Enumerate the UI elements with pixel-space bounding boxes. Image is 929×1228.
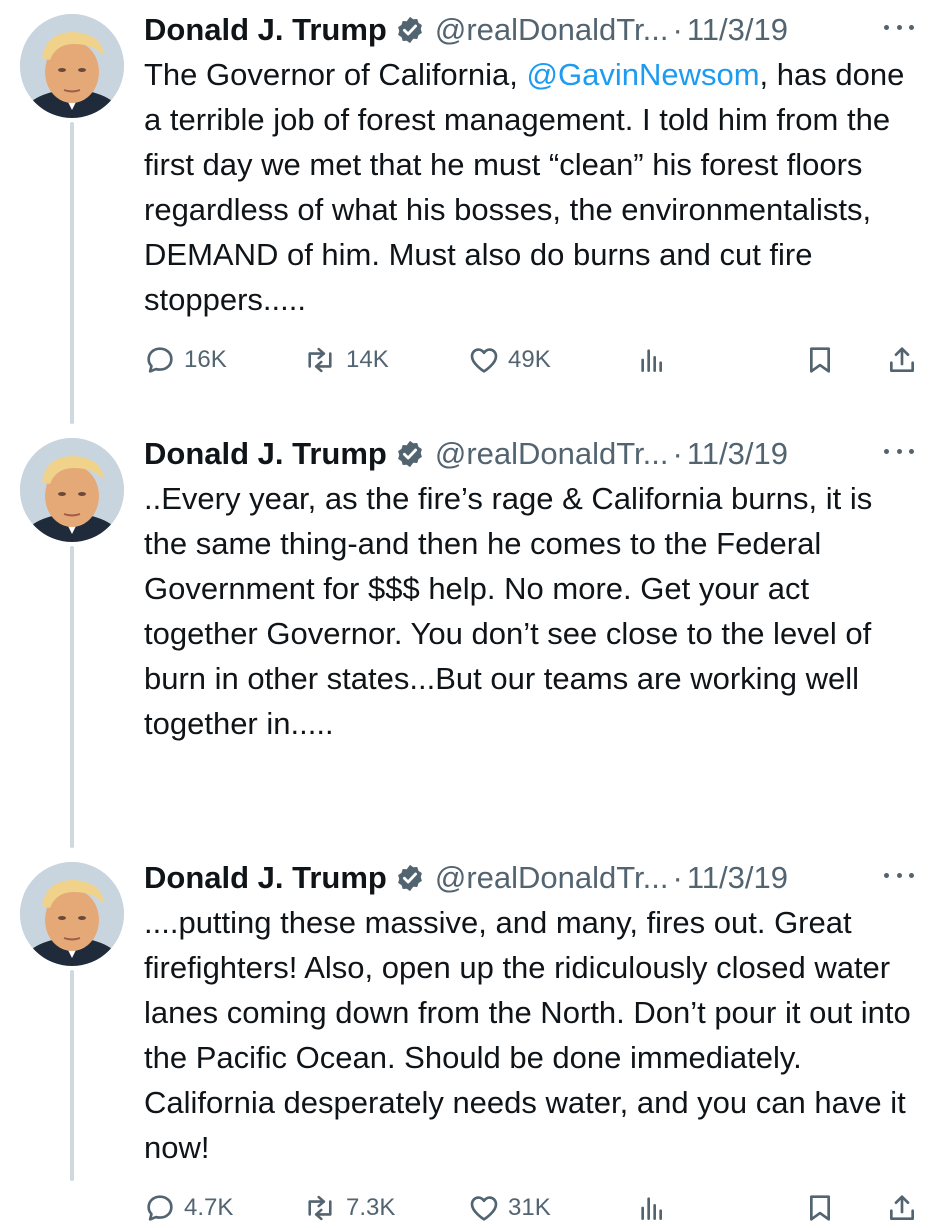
separator: · [672,436,683,471]
mention-link[interactable]: @GavinNewsom [527,57,760,92]
thread-connector [70,546,74,848]
views-button[interactable] [636,1188,668,1228]
retweet-button[interactable]: 14K [302,340,389,380]
views-button[interactable] [636,340,668,380]
bookmark-button[interactable] [804,1188,836,1228]
tweet-text: ....putting these massive, and many, fir… [144,905,911,1165]
reply-icon [147,347,173,373]
like-icon [470,348,498,373]
more-options-icon[interactable] [884,860,914,890]
tweet-thread: Donald J. Trump @realDonaldTr... · 11/3/… [0,0,929,1221]
like-count: 31K [508,1194,551,1221]
more-options-icon[interactable] [884,436,914,466]
reply-button[interactable]: 4.7K [144,1188,233,1228]
reply-button[interactable]: 16K [144,340,227,380]
reply-icon [147,1195,173,1221]
like-icon [470,1196,498,1221]
verified-badge-icon [397,16,422,44]
avatar[interactable] [20,862,124,966]
bookmark-icon [810,1195,830,1221]
tweet[interactable]: Donald J. Trump @realDonaldTr... · 11/3/… [0,424,929,1221]
tweet[interactable]: Donald J. Trump @realDonaldTr... · 11/3/… [0,848,929,1181]
share-icon [890,1195,914,1220]
tweet-text-start: The Governor of California, [144,57,527,92]
like-button[interactable]: 49K [468,340,551,380]
tweet-content: Donald J. Trump @realDonaldTr... · 11/3/… [144,8,914,322]
tweet-date[interactable]: 11/3/19 [687,432,788,476]
tweet-date[interactable]: 11/3/19 [687,856,788,900]
author-name[interactable]: Donald J. Trump [144,8,387,52]
tweet-date[interactable]: 11/3/19 [687,8,788,52]
thread-connector [70,970,74,1181]
verified-badge-icon [397,440,422,468]
action-bar: 16K 14K 49K [144,340,920,380]
views-icon [641,349,662,372]
verified-badge-icon [397,864,422,892]
avatar[interactable] [20,438,124,542]
share-button[interactable] [886,340,918,380]
tweet-text: The Governor of California, @GavinNewsom… [144,52,914,322]
like-count: 49K [508,346,551,373]
tweet[interactable]: Donald J. Trump @realDonaldTr... · 11/3/… [0,0,929,424]
author-handle[interactable]: @realDonaldTr... [435,856,669,900]
action-bar: 4.7K 7.3K 31K [144,1188,920,1228]
retweet-count: 7.3K [346,1194,396,1221]
tweet-header: Donald J. Trump @realDonaldTr... · 11/3/… [144,8,914,52]
like-button[interactable]: 31K [468,1188,551,1228]
tweet-text-rest: , has done a terrible job of forest mana… [144,57,905,317]
separator: · [672,860,683,895]
tweet-content: Donald J. Trump @realDonaldTr... · 11/3/… [144,856,914,1170]
tweet-content: Donald J. Trump @realDonaldTr... · 11/3/… [144,432,914,746]
tweet-text: ..Every year, as the fire’s rage & Calif… [144,481,873,741]
retweet-count: 14K [346,346,389,373]
reply-count: 16K [184,346,227,373]
retweet-icon [308,1195,332,1221]
tweet-header: Donald J. Trump @realDonaldTr... · 11/3/… [144,856,914,900]
author-handle[interactable]: @realDonaldTr... [435,432,669,476]
thread-connector [70,122,74,424]
reply-count: 4.7K [184,1194,234,1221]
views-icon [641,1197,662,1220]
share-button[interactable] [886,1188,918,1228]
bookmark-button[interactable] [804,340,836,380]
bookmark-icon [810,347,830,373]
retweet-button[interactable]: 7.3K [302,1188,395,1228]
tweet-header: Donald J. Trump @realDonaldTr... · 11/3/… [144,432,914,476]
avatar[interactable] [20,14,124,118]
retweet-icon [308,347,332,373]
share-icon [890,347,914,372]
author-name[interactable]: Donald J. Trump [144,856,387,900]
author-handle[interactable]: @realDonaldTr... [435,8,669,52]
separator: · [672,12,683,47]
author-name[interactable]: Donald J. Trump [144,432,387,476]
more-options-icon[interactable] [884,12,914,42]
